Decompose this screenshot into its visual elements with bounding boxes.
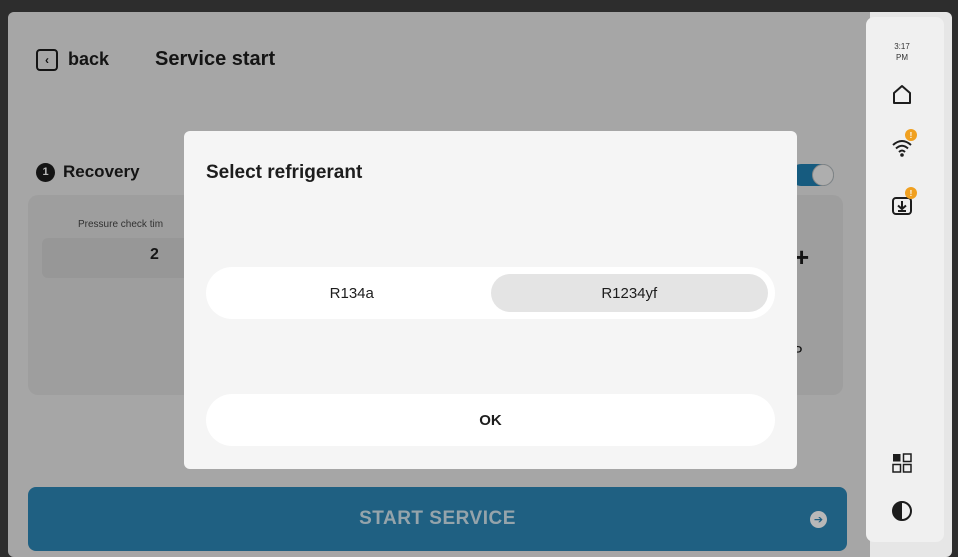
home-icon[interactable] [890, 83, 914, 107]
option-r134a[interactable]: R134a [213, 274, 491, 312]
clock: 3:17 PM [866, 41, 938, 63]
download-icon[interactable]: ! [890, 187, 917, 217]
dialog-title: Select refrigerant [206, 162, 363, 183]
grid-icon[interactable] [890, 451, 914, 475]
ok-button[interactable]: OK [206, 394, 775, 446]
contrast-icon[interactable] [890, 499, 914, 523]
app-screen: ‹ back Service start 1 Recovery Pressure… [8, 12, 952, 557]
clock-meridiem: PM [896, 53, 908, 62]
right-rail: 3:17 PM ! ! [866, 17, 944, 542]
download-badge: ! [905, 187, 917, 199]
wifi-icon[interactable]: ! [890, 129, 917, 159]
refrigerant-selector: R134a R1234yf [206, 267, 775, 319]
refrigerant-dialog: Select refrigerant R134a R1234yf OK [184, 131, 797, 469]
wifi-badge: ! [905, 129, 917, 141]
clock-time: 3:17 [894, 42, 910, 51]
option-r1234yf[interactable]: R1234yf [490, 274, 768, 312]
